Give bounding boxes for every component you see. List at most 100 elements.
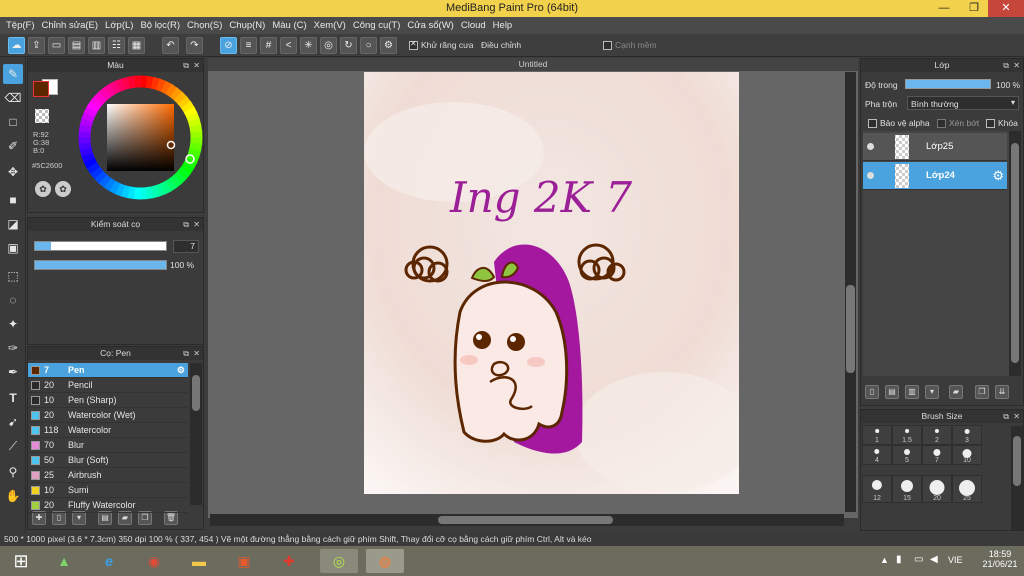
menu-layer[interactable]: Lớp(L) [105, 20, 140, 31]
lock-checkbox[interactable] [986, 119, 995, 128]
transparent-swatch[interactable] [35, 109, 49, 123]
close-button[interactable]: ✕ [988, 0, 1024, 17]
menu-capture[interactable]: Chụp(N) [229, 20, 272, 31]
brush-item[interactable]: 7 Pen ⚙ [28, 363, 188, 378]
brush-folder-icon[interactable]: ▰ [118, 511, 132, 525]
drawing-canvas[interactable]: Ing 2K 7 [364, 72, 739, 494]
layer-list-scrollbar[interactable] [1009, 131, 1021, 376]
blend-mode-select[interactable]: Bình thường ▾ [907, 96, 1019, 110]
brush-size-cell[interactable]: 7 [922, 445, 952, 465]
brush-size-cell[interactable]: 3 [952, 425, 982, 445]
text-tool-icon[interactable]: T [3, 388, 23, 408]
file-explorer-icon[interactable]: ▬ [180, 549, 218, 573]
menu-file[interactable]: Tệp(F) [6, 20, 42, 31]
layer-item[interactable]: Lớp25 [863, 133, 1007, 161]
battery-icon[interactable]: ▭ [914, 554, 923, 565]
brush-duplicate-icon[interactable]: ❐ [138, 511, 152, 525]
layer-folder-icon[interactable]: ▰ [949, 385, 963, 399]
close-icon[interactable]: ✕ [193, 347, 200, 360]
restore-button[interactable]: ❐ [960, 0, 988, 17]
grid-icon[interactable]: ▦ [128, 37, 145, 54]
brush-item[interactable]: 10 Sumi [28, 483, 188, 498]
minimize-button[interactable]: — [930, 0, 958, 17]
new-8bit-layer-icon[interactable]: ▥ [905, 385, 919, 399]
vanish-snap-icon[interactable]: < [280, 37, 297, 54]
parallel-snap-icon[interactable]: ≡ [240, 37, 257, 54]
brush-item[interactable]: 20 Fluffy Watercolor [28, 498, 188, 513]
eye-icon[interactable] [867, 172, 874, 179]
curve-snap-icon[interactable]: ↻ [340, 37, 357, 54]
bluestacks-icon[interactable]: ▲ [45, 549, 83, 573]
brush-size-scrollbar[interactable] [1011, 426, 1023, 530]
menu-window[interactable]: Cửa sổ(W) [407, 20, 460, 31]
canvas-vertical-scrollbar[interactable] [845, 72, 856, 512]
brush-size-cell[interactable]: 15 [892, 475, 922, 503]
layer-opacity-slider[interactable] [905, 79, 991, 89]
concentric-snap-icon[interactable]: ◎ [320, 37, 337, 54]
medibang-pro-icon[interactable]: ◍ [366, 549, 404, 573]
gear-icon[interactable]: ⚙ [177, 363, 185, 378]
brush-size-cell[interactable]: 25 [952, 475, 982, 503]
canvas-horizontal-scrollbar[interactable] [210, 514, 844, 526]
volume-icon[interactable]: ◀ [930, 554, 938, 565]
upload-icon[interactable]: ⇪ [28, 37, 45, 54]
menu-select[interactable]: Chọn(S) [187, 20, 229, 31]
fill-rect-tool-icon[interactable]: ■ [3, 190, 23, 210]
color-wheel[interactable] [78, 75, 203, 200]
float-icon[interactable]: ⧉ [1003, 410, 1009, 423]
pen-line-tool-icon[interactable]: ✐ [3, 136, 23, 156]
brush-size-cell[interactable]: 4 [862, 445, 892, 465]
input-language[interactable]: VIE [948, 555, 963, 565]
page-icon[interactable]: ▥ [88, 37, 105, 54]
tray-arrow-icon[interactable]: ▲ [880, 555, 889, 565]
layer-menu-icon[interactable]: ▾ [925, 385, 939, 399]
float-icon[interactable]: ⧉ [183, 347, 189, 360]
brush-size-cell[interactable]: 2 [922, 425, 952, 445]
brush-tool-icon[interactable]: ✎ [3, 64, 23, 84]
undo-icon[interactable]: ↶ [162, 37, 179, 54]
brush-size-slider[interactable] [34, 241, 167, 251]
bucket-tool-icon[interactable]: ◪ [3, 214, 23, 234]
cross-snap-icon[interactable]: # [260, 37, 277, 54]
layer-duplicate-icon[interactable]: ❐ [975, 385, 989, 399]
layer-item[interactable]: Lớp24 ⚙ [863, 162, 1007, 190]
canvas-tab[interactable]: Untitled [208, 58, 858, 71]
chat-icon[interactable]: ▤ [68, 37, 85, 54]
redo-icon[interactable]: ↷ [186, 37, 203, 54]
rectangle-tool-icon[interactable]: □ [3, 112, 23, 132]
comment-icon[interactable]: ▭ [48, 37, 65, 54]
app-icon[interactable]: ✚ [270, 549, 308, 573]
float-icon[interactable]: ⧉ [1003, 59, 1009, 72]
gear-icon[interactable]: ⚙ [992, 168, 1004, 184]
list-icon[interactable]: ☷ [108, 37, 125, 54]
brush-size-cell[interactable]: 20 [922, 475, 952, 503]
float-icon[interactable]: ⧉ [183, 218, 189, 231]
brush-item[interactable]: 10 Pen (Sharp) [28, 393, 188, 408]
brush-copy-icon[interactable]: ▤ [98, 511, 112, 525]
powerpoint-icon[interactable]: ▣ [225, 549, 263, 573]
eye-icon[interactable] [867, 143, 874, 150]
network-icon[interactable]: ▮ [896, 554, 902, 565]
clock[interactable]: 18:59 21/06/21 [980, 549, 1020, 569]
brush-add-icon[interactable]: ✚ [32, 511, 46, 525]
menu-view[interactable]: Xem(V) [314, 20, 353, 31]
menu-filter[interactable]: Bộ lọc(R) [140, 20, 187, 31]
snap-off-icon[interactable]: ⊘ [220, 37, 237, 54]
brush-item[interactable]: 70 Blur [28, 438, 188, 453]
close-icon[interactable]: ✕ [1013, 410, 1020, 423]
cloud-icon[interactable]: ☁ [8, 37, 25, 54]
brush-list-scrollbar[interactable] [190, 363, 202, 505]
close-icon[interactable]: ✕ [193, 218, 200, 231]
brush-size-cell[interactable]: 12 [862, 475, 892, 503]
brush-item[interactable]: 25 Airbrush [28, 468, 188, 483]
eyedropper-tool-icon[interactable]: ⚲ [3, 462, 23, 482]
move-tool-icon[interactable]: ✥ [3, 162, 23, 182]
brush-size-value[interactable]: 7 [173, 240, 199, 253]
menu-edit[interactable]: Chỉnh sửa(E) [42, 20, 106, 31]
circle-snap-icon[interactable]: ○ [360, 37, 377, 54]
brush-item[interactable]: 50 Blur (Soft) [28, 453, 188, 468]
protect-alpha-checkbox[interactable] [868, 119, 877, 128]
menu-tools[interactable]: Công cụ(T) [353, 20, 408, 31]
operation-tool-icon[interactable]: ➹ [3, 412, 23, 432]
brush-item[interactable]: 20 Pencil [28, 378, 188, 393]
